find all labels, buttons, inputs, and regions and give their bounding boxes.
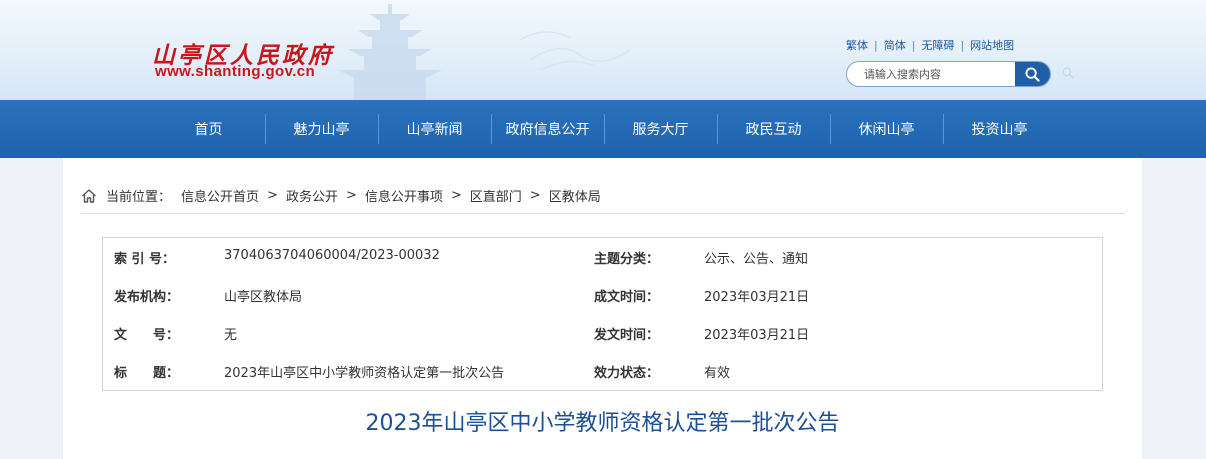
nav-item-charm[interactable]: 魅力山亭 [265,100,378,158]
breadcrumb: 当前位置： 信息公开首页 > 政务公开 > 信息公开事项 > 区直部门 > 区教… [81,186,601,205]
link-accessibility[interactable]: 无障碍 [921,37,954,53]
nav-item-home[interactable]: 首页 [152,100,265,158]
site-header: 山亭区人民政府 www.shanting.gov.cn 繁体 | 简体 | 无障… [0,0,1206,100]
doc-number-label: 文 号： [114,328,180,343]
breadcrumb-item[interactable]: 信息公开首页 [181,186,259,205]
doc-number-value: 无 [224,328,238,343]
link-separator: | [874,38,878,52]
breadcrumb-separator: > [529,188,541,203]
pagoda-illustration [338,4,631,100]
nav-list: 首页 魅力山亭 山亭新闻 政府信息公开 服务大厅 政民互动 休闲山亭 投资山亭 [152,100,1056,158]
meta-row: 文 号： 无 发文时间： 2023年03月21日 [103,314,1104,352]
home-icon[interactable] [81,188,97,204]
breadcrumb-separator: > [450,188,462,203]
breadcrumb-separator: > [267,188,278,203]
status-value: 有效 [704,366,731,381]
title-value: 2023年山亭区中小学教师资格认定第一批次公告 [224,366,505,381]
search-watermark-icon [1062,67,1074,79]
link-separator: | [960,38,965,52]
status-label: 效力状态： [594,366,660,381]
link-traditional[interactable]: 繁体 [846,37,868,53]
link-separator: | [911,38,916,52]
breadcrumb-item[interactable]: 区教体局 [549,186,601,205]
document-meta-table: 索 引 号： 3704063704060004/2023-00032 主题分类：… [102,237,1103,391]
main-nav: 首页 魅力山亭 山亭新闻 政府信息公开 服务大厅 政民互动 休闲山亭 投资山亭 [0,100,1206,158]
breadcrumb-item[interactable]: 信息公开事项 [365,186,443,205]
issued-date-value: 2023年03月21日 [704,328,810,343]
issued-date-label: 发文时间： [594,328,660,343]
breadcrumb-item[interactable]: 区直部门 [470,186,522,205]
topic-value: 公示、公告、通知 [704,252,809,267]
search-box [846,61,1051,87]
nav-item-investment[interactable]: 投资山亭 [943,100,1056,158]
nav-item-news[interactable]: 山亭新闻 [378,100,491,158]
breadcrumb-item[interactable]: 政务公开 [286,186,338,205]
nav-item-info-disclosure[interactable]: 政府信息公开 [491,100,604,158]
title-label: 标 题： [114,366,180,381]
publisher-label: 发布机构： [114,290,180,305]
meta-row: 标 题： 2023年山亭区中小学教师资格认定第一批次公告 效力状态： 有效 [103,352,1104,390]
top-links: 繁体 | 简体 | 无障碍 | 网站地图 [846,37,1014,53]
nav-item-interaction[interactable]: 政民互动 [717,100,830,158]
link-simplified[interactable]: 简体 [884,37,906,53]
site-logo-url[interactable]: www.shanting.gov.cn [155,63,315,80]
breadcrumb-divider [81,213,1125,214]
index-number-value: 3704063704060004/2023-00032 [224,248,440,263]
index-number-label: 索 引 号： [114,252,176,267]
link-sitemap[interactable]: 网站地图 [970,37,1014,53]
meta-row: 索 引 号： 3704063704060004/2023-00032 主题分类：… [103,238,1104,276]
meta-row: 发布机构： 山亭区教体局 成文时间： 2023年03月21日 [103,276,1104,314]
search-icon [1025,66,1040,82]
publisher-value: 山亭区教体局 [224,290,303,305]
search-input[interactable] [847,62,1017,86]
document-title: 2023年山亭区中小学教师资格认定第一批次公告 [365,411,840,436]
nav-item-leisure[interactable]: 休闲山亭 [830,100,943,158]
created-date-label: 成文时间： [594,290,660,305]
created-date-value: 2023年03月21日 [704,290,810,305]
breadcrumb-label: 当前位置： [106,190,172,205]
content-panel: 当前位置： 信息公开首页 > 政务公开 > 信息公开事项 > 区直部门 > 区教… [63,158,1142,459]
breadcrumb-separator: > [345,188,357,203]
search-button[interactable] [1015,62,1050,86]
topic-label: 主题分类： [594,252,660,267]
nav-item-service-hall[interactable]: 服务大厅 [604,100,717,158]
